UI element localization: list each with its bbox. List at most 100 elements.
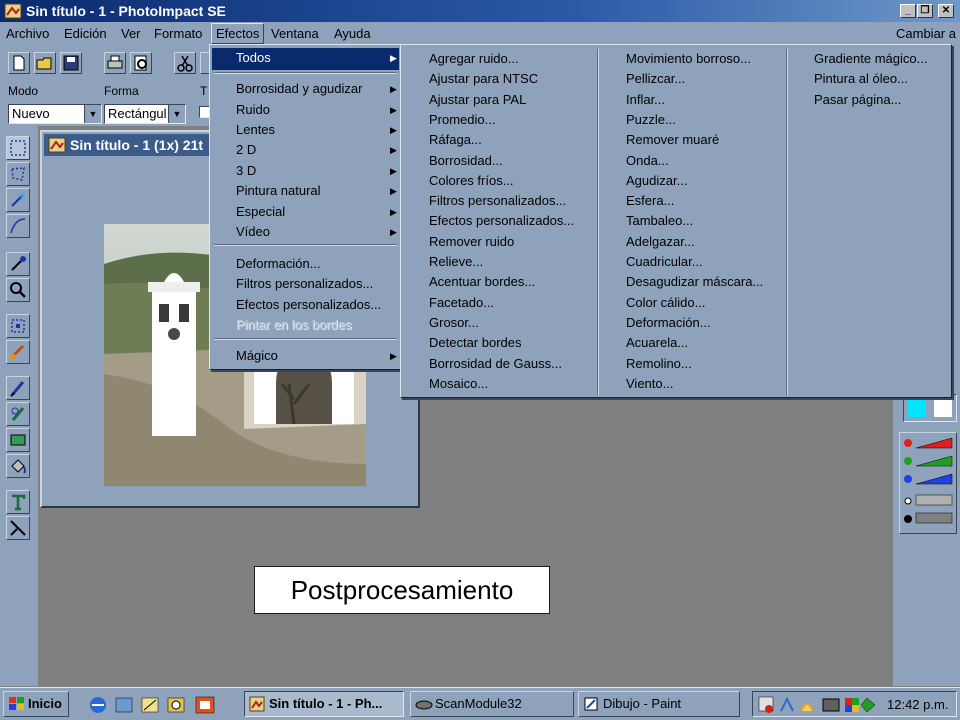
todos-submenu-item[interactable]: Facetado... (429, 295, 494, 310)
cut-button[interactable] (174, 52, 196, 74)
todos-submenu-item[interactable]: Borrosidad... (429, 153, 503, 168)
todos-submenu-item[interactable]: Desagudizar máscara... (626, 274, 763, 289)
foreground-color-swatch[interactable] (908, 399, 926, 417)
menu-ayuda[interactable]: Ayuda (334, 26, 371, 41)
zoom-tool[interactable] (6, 278, 30, 302)
efectos-menu-item[interactable]: Ruido (236, 102, 270, 117)
start-button[interactable]: Inicio (3, 691, 69, 717)
retouch-tool[interactable] (6, 428, 30, 452)
tool-panel (0, 126, 38, 686)
bezier-tool[interactable] (6, 214, 30, 238)
forma-dropdown[interactable]: Rectángul ▼ (104, 104, 186, 124)
print-preview-button[interactable] (130, 52, 152, 74)
todos-submenu-item[interactable]: Mosaico... (429, 376, 488, 391)
todos-submenu-item[interactable]: Efectos personalizados... (429, 213, 574, 228)
efectos-menu-item[interactable]: Pintura natural (236, 183, 321, 198)
new-file-button[interactable] (8, 52, 30, 74)
todos-submenu-item[interactable]: Pasar página... (814, 92, 901, 107)
menu-formato[interactable]: Formato (154, 26, 202, 41)
printer-icon (107, 55, 123, 69)
menu-efectos[interactable]: Efectos (211, 23, 265, 44)
transform-tool[interactable] (6, 314, 30, 338)
text-tool[interactable] (6, 490, 30, 514)
efectos-menu-item[interactable]: Deformación... (236, 256, 321, 271)
todos-submenu-item[interactable]: Onda... (626, 153, 669, 168)
path-edit-icon (10, 520, 26, 536)
todos-submenu-item[interactable]: Adelgazar... (626, 234, 695, 249)
background-color-swatch[interactable] (934, 399, 952, 417)
magic-wand-tool[interactable] (6, 188, 30, 212)
taskbar: Inicio Sin título - 1 - Ph... ScanModule… (0, 687, 960, 720)
window-title: Sin título - 1 - PhotoImpact SE (26, 3, 226, 19)
todos-submenu-item[interactable]: Ajustar para NTSC (429, 71, 538, 86)
efectos-menu-item[interactable]: Todos (236, 50, 271, 65)
todos-submenu-item[interactable]: Agregar ruido... (429, 51, 519, 66)
todos-submenu-item[interactable]: Cuadricular... (626, 254, 703, 269)
todos-submenu-item[interactable]: Detectar bordes (429, 335, 522, 350)
minimize-button[interactable]: _ (900, 4, 916, 18)
efectos-menu-item[interactable]: 2 D (236, 142, 256, 157)
efectos-menu-item[interactable]: Borrosidad y agudizar (236, 81, 362, 96)
menu-ventana[interactable]: Ventana (271, 26, 319, 41)
todos-submenu-item[interactable]: Pintura al óleo... (814, 71, 908, 86)
taskbar-photoimpact-button[interactable]: Sin título - 1 - Ph... (244, 691, 404, 717)
save-button[interactable] (60, 52, 82, 74)
todos-submenu-item[interactable]: Remolino... (626, 356, 692, 371)
cambiar-a-menu[interactable]: Cambiar a (896, 26, 956, 41)
taskbar-paint-button[interactable]: Dibujo - Paint (578, 691, 740, 717)
menu-ver[interactable]: Ver (121, 26, 141, 41)
todos-submenu-item[interactable]: Deformación... (626, 315, 711, 330)
paint-tool[interactable] (6, 376, 30, 400)
clone-tool[interactable] (6, 402, 30, 426)
todos-submenu-item[interactable]: Gradiente mágico... (814, 51, 927, 66)
todos-submenu-item[interactable]: Viento... (626, 376, 673, 391)
todos-submenu-item[interactable]: Relieve... (429, 254, 483, 269)
todos-submenu-item[interactable]: Movimiento borroso... (626, 51, 751, 66)
todos-submenu-item[interactable]: Colores fríos... (429, 173, 514, 188)
todos-submenu-item[interactable]: Ráfaga... (429, 132, 482, 147)
todos-submenu-item[interactable]: Inflar... (626, 92, 665, 107)
chevron-down-icon[interactable]: ▼ (168, 105, 185, 123)
efectos-menu-item[interactable]: Filtros personalizados... (236, 276, 373, 291)
todos-submenu-item[interactable]: Ajustar para PAL (429, 92, 526, 107)
restore-button[interactable]: ❐ (917, 4, 933, 18)
selection-tool[interactable] (6, 136, 30, 160)
taskbar-scanmodule-button[interactable]: ScanModule32 (410, 691, 574, 717)
clock[interactable]: 12:42 p.m. (887, 697, 948, 712)
submenu-arrow-icon: ▶ (390, 125, 397, 135)
fill-tool[interactable] (6, 454, 30, 478)
chevron-down-icon[interactable]: ▼ (84, 105, 101, 123)
todos-submenu-item[interactable]: Borrosidad de Gauss... (429, 356, 562, 371)
todos-submenu-item[interactable]: Promedio... (429, 112, 495, 127)
stamp-tool[interactable] (6, 340, 30, 364)
efectos-menu-item[interactable]: Efectos personalizados... (236, 297, 381, 312)
efectos-menu-item[interactable]: 3 D (236, 163, 256, 178)
open-file-button[interactable] (34, 52, 56, 74)
todos-submenu-item[interactable]: Remover ruido (429, 234, 514, 249)
todos-submenu-item[interactable]: Agudizar... (626, 173, 687, 188)
todos-submenu-item[interactable]: Acentuar bordes... (429, 274, 535, 289)
lasso-tool[interactable] (6, 162, 30, 186)
close-button[interactable]: ✕ (938, 4, 954, 18)
efectos-menu-item[interactable]: Especial (236, 204, 285, 219)
menu-edicion[interactable]: Edición (64, 26, 107, 41)
menu-archivo[interactable]: Archivo (6, 26, 49, 41)
submenu-arrow-icon: ▶ (390, 105, 397, 115)
todos-submenu-item[interactable]: Remover muaré (626, 132, 719, 147)
todos-submenu-item[interactable]: Acuarela... (626, 335, 688, 350)
todos-submenu-item[interactable]: Grosor... (429, 315, 479, 330)
photoimpact-app-icon[interactable] (4, 3, 22, 19)
efectos-menu-item[interactable]: Mágico (236, 348, 278, 363)
modo-dropdown[interactable]: Nuevo ▼ (8, 104, 102, 124)
todos-submenu-item[interactable]: Puzzle... (626, 112, 676, 127)
todos-submenu-item[interactable]: Tambaleo... (626, 213, 693, 228)
path-edit-tool[interactable] (6, 516, 30, 540)
eyedropper-tool[interactable] (6, 252, 30, 276)
efectos-menu-item[interactable]: Vídeo (236, 224, 270, 239)
todos-submenu-item[interactable]: Esfera... (626, 193, 674, 208)
todos-submenu-item[interactable]: Filtros personalizados... (429, 193, 566, 208)
todos-submenu-item[interactable]: Pellizcar... (626, 71, 685, 86)
efectos-menu-item[interactable]: Lentes (236, 122, 275, 137)
print-button[interactable] (104, 52, 126, 74)
todos-submenu-item[interactable]: Color cálido... (626, 295, 705, 310)
